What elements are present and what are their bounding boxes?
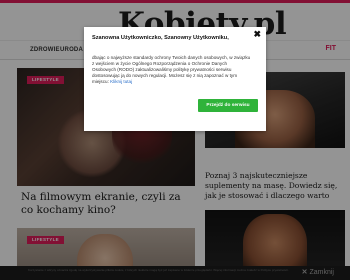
modal-body: dbając o najwyższe standardy ochrony Two… xyxy=(92,55,252,85)
modal-close-icon[interactable]: ✖ xyxy=(253,30,261,39)
privacy-policy-modal: ✖ Szanowna Użytkowniczko, Szanowny Użytk… xyxy=(84,27,266,131)
privacy-policy-link[interactable]: Kliknij tutaj xyxy=(110,79,132,84)
go-to-site-button[interactable]: Przejdź do serwisu xyxy=(198,99,258,112)
modal-title: Szanowna Użytkowniczko, Szanowny Użytkow… xyxy=(92,35,229,41)
